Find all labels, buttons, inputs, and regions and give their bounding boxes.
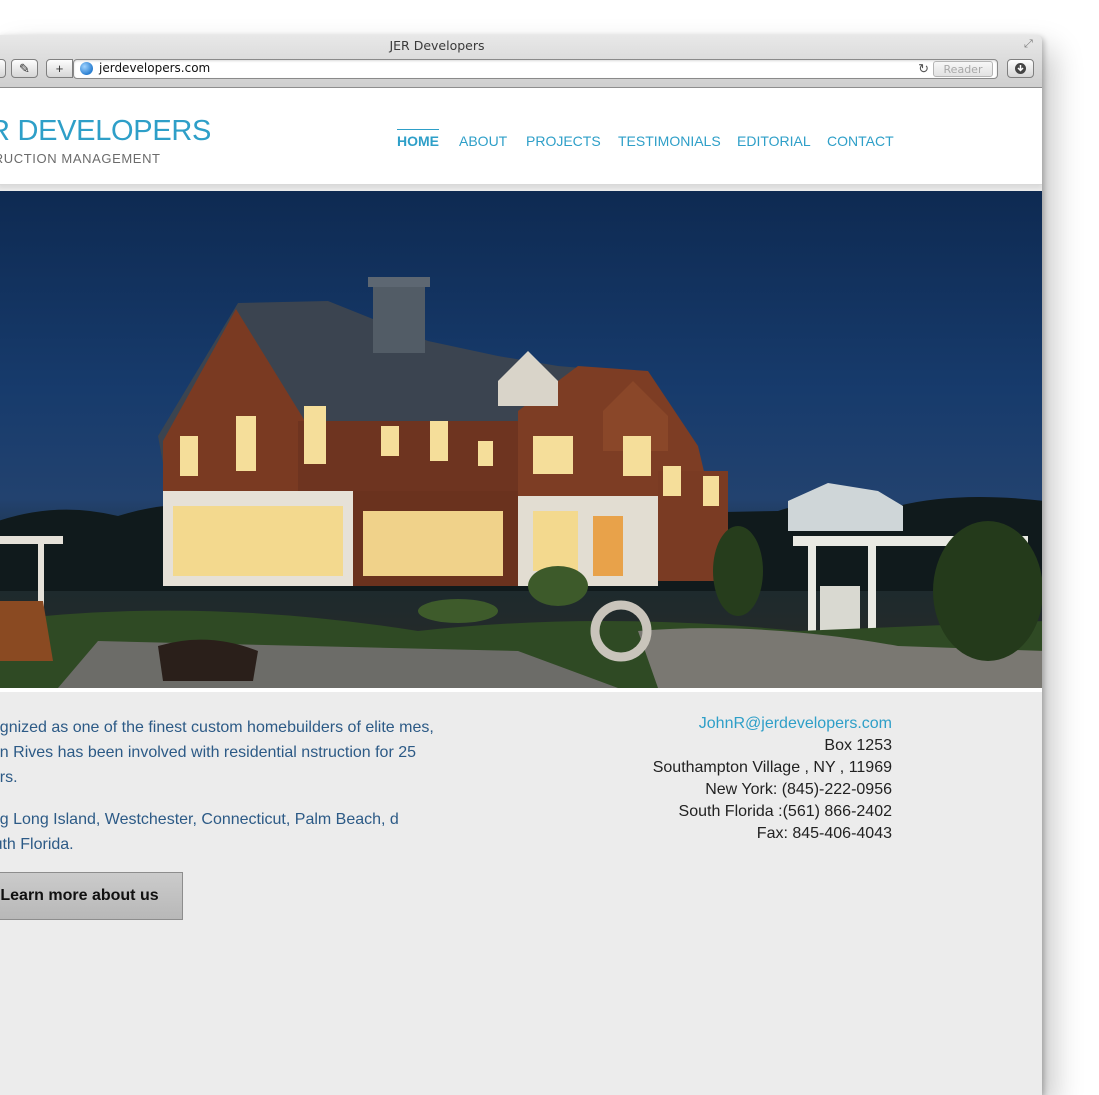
contact-box: Box 1253 [824,737,892,754]
nav-about[interactable]: ABOUT [459,133,507,149]
wrench-icon: ✎ [19,60,30,76]
reader-button[interactable]: Reader [933,61,993,77]
url-text: jerdevelopers.com [99,61,211,75]
address-bar[interactable]: jerdevelopers.com ↻ Reader [73,59,998,79]
title-bar: JER Developers ⤢ ✎ + jerdevelopers.com ↻… [0,35,1042,88]
contact-fl-phone: South Florida :(561) 866-2402 [678,803,892,820]
tools-button[interactable]: ✎ [11,59,38,78]
nav-projects[interactable]: PROJECTS [526,133,601,149]
nav-home[interactable]: HOME [397,129,439,149]
contact-email-link[interactable]: JohnR@jerdevelopers.com [653,713,892,735]
plus-icon: + [55,61,64,76]
browser-window: JER Developers ⤢ ✎ + jerdevelopers.com ↻… [0,35,1042,1095]
nav-testimonials[interactable]: TESTIMONIALS [618,133,721,149]
download-icon [1015,63,1026,74]
add-bookmark-button[interactable]: + [46,59,73,78]
globe-icon [80,62,93,75]
reload-icon[interactable]: ↻ [918,61,929,77]
intro-text: ecognized as one of the finest custom ho… [0,715,444,874]
nav-editorial[interactable]: EDITORIAL [737,133,811,149]
fullscreen-icon[interactable]: ⤢ [1024,38,1036,50]
contact-address: Southampton Village , NY , 11969 [652,759,892,776]
contact-info: JohnR@jerdevelopers.com Box 1253 Southam… [653,713,892,845]
site-header: ER DEVELOPERS NSTRUCTION MANAGEMENT HOME… [0,88,1042,185]
contact-fax: Fax: 845-406-4043 [756,825,892,842]
contact-ny-phone: New York: (845)-222-0956 [705,781,892,798]
intro-paragraph-2: rving Long Island, Westchester, Connecti… [0,811,399,853]
back-button[interactable] [0,59,6,78]
site-tagline: NSTRUCTION MANAGEMENT [0,151,161,166]
site-logo[interactable]: ER DEVELOPERS [0,115,211,148]
hero-image [0,191,1042,692]
downloads-button[interactable] [1007,59,1034,78]
nav-contact[interactable]: CONTACT [827,133,894,149]
intro-paragraph-1: ecognized as one of the finest custom ho… [0,719,434,786]
learn-more-button[interactable]: Learn more about us [0,872,183,920]
window-title: JER Developers [389,38,485,53]
house-night-photo [0,277,1042,688]
